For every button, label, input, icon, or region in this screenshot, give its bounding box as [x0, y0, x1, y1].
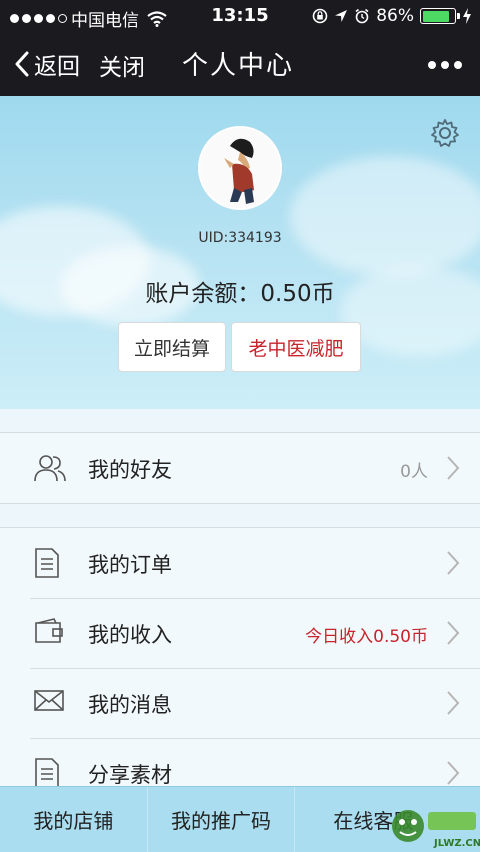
- back-button[interactable]: 返回: [14, 47, 80, 81]
- close-button[interactable]: 关闭: [99, 48, 145, 82]
- site-watermark: JLWZ.CN: [392, 810, 480, 849]
- chevron-right-icon: [447, 691, 460, 715]
- status-bar: 中国电信 13:15 86%: [0, 0, 480, 32]
- battery-percent: 86%: [376, 6, 414, 26]
- friends-group: 我的好友 0人: [0, 432, 480, 504]
- menu-label: 我的订单: [88, 553, 172, 577]
- main-menu-group: 我的订单 我的收入 今日收入0.50币 我的消息 分享素材: [0, 527, 480, 808]
- more-dot: [428, 61, 436, 69]
- weight-loss-promo-button[interactable]: 老中医减肥: [231, 322, 361, 372]
- menu-item-income[interactable]: 我的收入 今日收入0.50币: [0, 598, 480, 668]
- menu-item-messages[interactable]: 我的消息: [0, 668, 480, 738]
- nav-bar: 返回 关闭 个人中心: [0, 32, 480, 96]
- menu-item-friends[interactable]: 我的好友 0人: [0, 433, 480, 503]
- users-icon: [34, 455, 66, 482]
- account-balance: 账户余额：0.50币: [145, 281, 335, 307]
- more-dot: [454, 61, 462, 69]
- menu-item-orders[interactable]: 我的订单: [0, 528, 480, 598]
- menu-label: 我的消息: [88, 693, 172, 717]
- back-label: 返回: [34, 54, 80, 80]
- chevron-right-icon: [447, 621, 460, 645]
- more-menu-button[interactable]: [428, 61, 462, 69]
- chevron-left-icon: [15, 51, 29, 77]
- settings-gear-icon[interactable]: [430, 118, 460, 152]
- rotation-lock-icon: [312, 8, 328, 24]
- user-id: UID:334193: [198, 230, 282, 246]
- document-icon: [35, 758, 59, 788]
- chevron-right-icon: [447, 761, 460, 785]
- status-right: 86%: [312, 6, 472, 26]
- chevron-right-icon: [447, 551, 460, 575]
- today-income: 今日收入0.50币: [305, 627, 428, 647]
- menu-label: 我的收入: [88, 623, 172, 647]
- avatar[interactable]: [198, 126, 282, 210]
- menu-label: 我的好友: [88, 458, 172, 482]
- wallet-icon: [35, 618, 63, 643]
- menu-label: 分享素材: [88, 763, 172, 787]
- tab-my-shop[interactable]: 我的店铺: [0, 787, 148, 852]
- watermark-text: JLWZ.CN: [433, 838, 480, 849]
- document-icon: [35, 548, 59, 578]
- page-title: 个人中心: [182, 51, 295, 81]
- tab-promo-code[interactable]: 我的推广码: [148, 787, 296, 852]
- alarm-icon: [355, 8, 369, 24]
- more-dot: [441, 61, 449, 69]
- profile-header: UID:334193 账户余额：0.50币 立即结算 老中医减肥: [0, 96, 480, 409]
- battery-icon: [420, 8, 460, 24]
- settle-now-button[interactable]: 立即结算: [118, 322, 226, 372]
- friends-count: 0人: [400, 462, 428, 482]
- location-icon: [335, 10, 348, 22]
- charging-icon: [463, 8, 471, 24]
- chevron-right-icon: [447, 456, 460, 480]
- envelope-icon: [34, 690, 64, 711]
